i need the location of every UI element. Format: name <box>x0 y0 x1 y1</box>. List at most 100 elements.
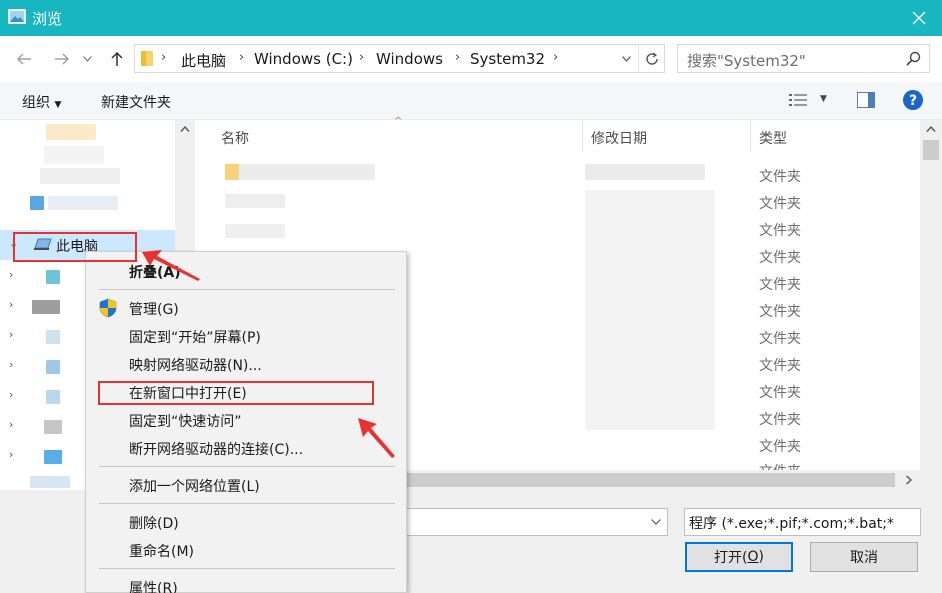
highlight-box-open-new-window <box>98 381 374 405</box>
command-toolbar: 组织 ▼ 新建文件夹 ▼ ? <box>0 82 942 120</box>
breadcrumb-windows[interactable]: Windows <box>376 50 443 68</box>
menu-separator <box>99 289 395 290</box>
type-cell: 文件夹 <box>759 461 801 470</box>
type-cell: 文件夹 <box>759 250 801 266</box>
address-history-dropdown[interactable] <box>615 45 637 72</box>
chevron-right-icon[interactable]: › <box>9 298 13 311</box>
window-title: 浏览 <box>32 10 63 28</box>
view-options-button[interactable] <box>789 93 809 112</box>
chevron-down-icon[interactable]: ▼ <box>820 94 827 104</box>
chevron-down-icon: ▼ <box>54 100 62 110</box>
title-bar: 浏览 <box>0 0 942 36</box>
scroll-up-icon <box>926 126 936 132</box>
highlight-box-this-pc <box>13 232 137 262</box>
blurred-item <box>225 224 285 238</box>
blurred-item <box>585 190 715 430</box>
menu-item-properties[interactable]: 属性(R) <box>129 578 178 593</box>
file-type-select[interactable]: 程序 (*.exe;*.pif;*.com;*.bat;* <box>684 508 921 536</box>
blurred-item <box>225 194 285 208</box>
menu-item-add-network-location[interactable]: 添加一个网络位置(L) <box>129 476 260 496</box>
type-cell: 文件夹 <box>759 412 801 428</box>
column-header-modified[interactable]: 修改日期 <box>591 128 647 148</box>
scroll-up-icon <box>180 126 190 132</box>
help-icon: ? <box>903 90 923 110</box>
column-divider <box>582 120 583 152</box>
address-row: › 此电脑 › Windows (C:) › Windows › System3… <box>0 36 942 82</box>
annotation-arrow-icon <box>142 250 200 281</box>
sort-ascending-icon: ^ <box>394 116 403 127</box>
window-image-icon <box>8 9 26 24</box>
menu-item-rename[interactable]: 重命名(M) <box>129 541 194 561</box>
type-cell: 文件夹 <box>759 331 801 347</box>
new-folder-button[interactable]: 新建文件夹 <box>101 92 171 112</box>
search-icon <box>906 51 921 66</box>
chevron-right-icon[interactable]: › <box>9 268 13 281</box>
blurred-item <box>46 270 60 284</box>
open-label-close: ) <box>758 549 764 565</box>
breadcrumb-separator-icon: › <box>553 50 559 65</box>
open-label: 打开( <box>714 550 748 566</box>
breadcrumb-this-pc[interactable]: 此电脑 <box>181 50 226 71</box>
blurred-item <box>225 164 375 180</box>
scrollbar-thumb[interactable] <box>923 140 939 160</box>
blurred-item <box>44 420 62 434</box>
breadcrumb-separator-icon: › <box>359 50 365 65</box>
address-bar[interactable]: › 此电脑 › Windows (C:) › Windows › System3… <box>134 44 665 73</box>
forward-arrow-icon <box>55 53 70 65</box>
menu-item-pin-start[interactable]: 固定到“开始”屏幕(P) <box>129 327 261 347</box>
blurred-item <box>44 146 104 164</box>
blurred-item <box>48 196 118 210</box>
cancel-button[interactable]: 取消 <box>810 542 918 572</box>
breadcrumb-separator-icon: › <box>455 50 461 65</box>
blurred-item <box>40 168 120 184</box>
column-header-name[interactable]: 名称 <box>221 128 249 148</box>
column-divider <box>750 120 751 152</box>
details-view-icon <box>789 94 807 106</box>
blurred-item <box>46 360 60 374</box>
menu-item-map-drive[interactable]: 映射网络驱动器(N)... <box>129 355 262 375</box>
annotation-arrow-icon <box>358 418 395 458</box>
menu-item-disconnect-drive[interactable]: 断开网络驱动器的连接(C)... <box>129 439 303 459</box>
up-arrow-icon <box>111 51 123 66</box>
breadcrumb-separator-icon: › <box>161 50 167 65</box>
chevron-down-icon <box>621 55 631 62</box>
chevron-right-icon[interactable]: › <box>9 418 13 431</box>
recent-locations-button[interactable] <box>79 48 95 70</box>
chevron-down-icon <box>82 56 92 62</box>
type-cell: 文件夹 <box>759 169 801 185</box>
folder-icon <box>141 51 153 66</box>
type-cell: 文件夹 <box>759 196 801 212</box>
preview-pane-button[interactable] <box>857 92 875 112</box>
chevron-right-icon[interactable]: › <box>9 448 13 461</box>
file-list-scrollbar[interactable] <box>920 120 942 470</box>
preview-pane-icon <box>857 92 875 108</box>
blurred-item <box>46 390 60 404</box>
menu-item-manage[interactable]: 管理(G) <box>129 299 179 319</box>
back-button[interactable] <box>12 48 36 70</box>
open-button[interactable]: 打开(O) <box>685 542 793 572</box>
menu-item-delete[interactable]: 删除(D) <box>129 513 179 533</box>
refresh-button[interactable] <box>638 45 664 72</box>
up-button[interactable] <box>105 48 129 70</box>
chevron-right-icon[interactable]: › <box>9 358 13 371</box>
breadcrumb-system32[interactable]: System32 <box>470 50 545 68</box>
close-button[interactable] <box>896 0 942 36</box>
svg-text:?: ? <box>909 93 917 109</box>
menu-separator <box>99 466 395 467</box>
help-button[interactable]: ? <box>903 90 923 114</box>
blurred-item <box>30 196 44 210</box>
column-header-type[interactable]: 类型 <box>759 128 787 148</box>
back-arrow-icon <box>16 53 31 65</box>
organize-label: 组织 <box>22 95 50 111</box>
breadcrumb-drive-c[interactable]: Windows (C:) <box>254 50 353 68</box>
chevron-right-icon[interactable]: › <box>9 388 13 401</box>
breadcrumb-separator-icon: › <box>239 50 245 65</box>
forward-button[interactable] <box>50 48 74 70</box>
chevron-right-icon[interactable]: › <box>9 328 13 341</box>
filename-input[interactable] <box>400 508 668 536</box>
type-cell: 文件夹 <box>759 358 801 374</box>
search-input[interactable]: 搜索"System32" <box>677 44 930 73</box>
type-cell: 文件夹 <box>759 385 801 401</box>
organize-button[interactable]: 组织 ▼ <box>22 92 61 112</box>
menu-item-pin-quick-access[interactable]: 固定到“快速访问” <box>129 411 242 431</box>
